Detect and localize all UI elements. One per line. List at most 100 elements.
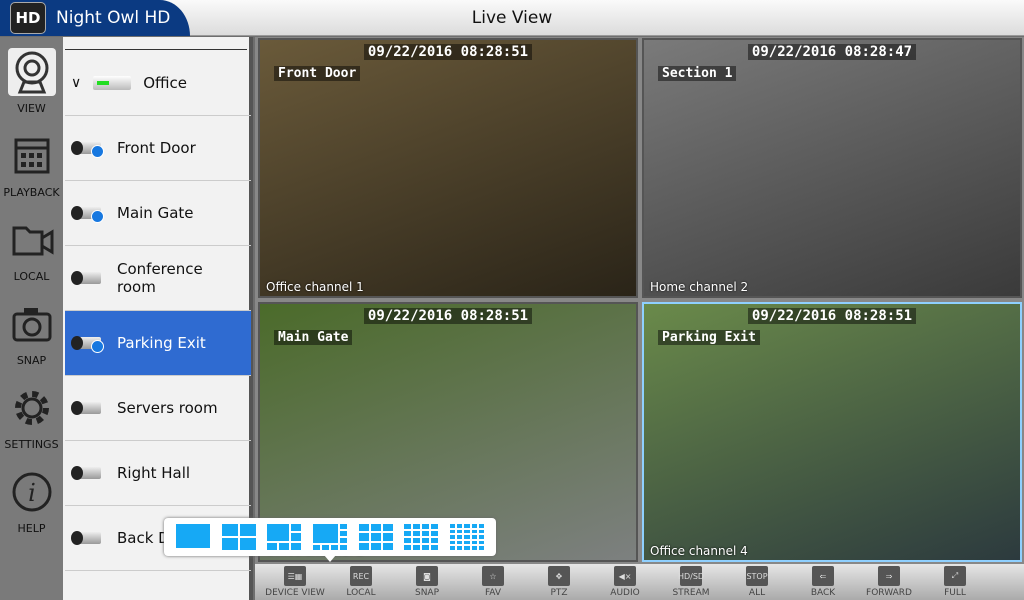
- camera-icon: [71, 204, 105, 223]
- popup-pointer: [324, 555, 336, 562]
- camera-name-overlay: Main Gate: [274, 330, 353, 345]
- toolbar-label: DEVICE VIEW: [265, 588, 325, 598]
- layout-25-icon[interactable]: [450, 524, 485, 550]
- video-tile[interactable]: 09/22/2016 08:28:51 Front Door Office chan…: [258, 38, 638, 298]
- layout-cell: [431, 531, 439, 536]
- layout-cell: [312, 545, 320, 550]
- layout-9-icon[interactable]: [358, 524, 393, 550]
- layout-16-icon[interactable]: [404, 524, 439, 550]
- device-item[interactable]: Parking Exit: [65, 311, 251, 376]
- layout-cell: [471, 540, 477, 545]
- layout-cell: [382, 524, 393, 532]
- nav-item-settings[interactable]: SETTINGS: [0, 373, 63, 457]
- toolbar-device-view-button[interactable]: ☰▦ DEVICE VIEW: [263, 566, 327, 600]
- timestamp-overlay: 09/22/2016 08:28:51: [260, 44, 636, 60]
- toolbar-stream-button[interactable]: HD/SD STREAM: [659, 566, 723, 600]
- layout-cell: [431, 524, 439, 529]
- layout-4-icon[interactable]: [221, 524, 256, 550]
- layout-cell: [464, 535, 470, 539]
- toolbar-label: STREAM: [672, 588, 710, 598]
- camera-icon: [71, 464, 105, 482]
- layout-cell: [370, 542, 381, 550]
- device-item[interactable]: Right Hall: [65, 441, 251, 506]
- svg-text:i: i: [28, 479, 36, 507]
- layout-cell: [450, 546, 456, 550]
- nav-item-playback[interactable]: PLAYBACK: [0, 121, 63, 205]
- nav-item-snap[interactable]: SNAP: [0, 289, 63, 373]
- toolbar-all-button[interactable]: STOP ALL: [725, 566, 789, 600]
- toolbar-snap-button[interactable]: ◙ SNAP: [395, 566, 459, 600]
- layout-1-icon[interactable]: [175, 524, 210, 550]
- timestamp-overlay: 09/22/2016 08:28:47: [644, 44, 1020, 60]
- layout-cell: [457, 529, 463, 534]
- layout-cell: [382, 533, 393, 541]
- fav-icon: ☆: [482, 566, 504, 586]
- video-tile[interactable]: 09/22/2016 08:28:47 Section 1 Home channel…: [642, 38, 1022, 298]
- layout-cell: [291, 542, 302, 550]
- toolbar-forward-button[interactable]: ⇒ FORWARD: [857, 566, 921, 600]
- gear-icon: [8, 384, 56, 432]
- video-tile[interactable]: 09/22/2016 08:28:51 Parking Exit Office ch…: [642, 302, 1022, 562]
- ptz-icon: ✥: [548, 566, 570, 586]
- title-bar: HD Night Owl HD Live View: [0, 0, 1024, 36]
- layout-cell: [464, 529, 470, 534]
- layout-cell: [478, 540, 485, 545]
- side-nav: VIEW PLAYBACK LOCAL SNAP SETTINGS i HELP: [0, 37, 63, 600]
- toolbar-ptz-button[interactable]: ✥ PTZ: [527, 566, 591, 600]
- layout-cell: [450, 540, 456, 545]
- layout-cell: [450, 535, 456, 539]
- nav-item-local[interactable]: LOCAL: [0, 205, 63, 289]
- layout-cell: [471, 546, 477, 550]
- camera-name-overlay: Parking Exit: [658, 330, 760, 345]
- camera-icon: [71, 139, 105, 158]
- layout-cell: [358, 524, 369, 532]
- timestamp: 09/22/2016 08:28:51: [363, 308, 533, 324]
- device-group-office[interactable]: ∨ Office: [65, 51, 251, 116]
- camera-icon: [71, 334, 105, 353]
- device-label: Front Door: [117, 139, 196, 157]
- device-group-label: Office: [143, 74, 188, 92]
- device-item[interactable]: Front Door: [65, 116, 251, 181]
- device-view-icon: ☰▦: [284, 566, 306, 586]
- toolbar-label: AUDIO: [610, 588, 640, 598]
- layout-6-icon[interactable]: [267, 524, 302, 550]
- toolbar-local-button[interactable]: REC LOCAL: [329, 566, 393, 600]
- nav-label: SETTINGS: [4, 438, 59, 451]
- toolbar-back-button[interactable]: ⇐ BACK: [791, 566, 855, 600]
- app-name: Night Owl HD: [56, 8, 171, 28]
- layout-cell: [422, 524, 430, 529]
- forward-icon: ⇒: [878, 566, 900, 586]
- layout-cell: [267, 524, 290, 541]
- layout-cell: [267, 542, 278, 550]
- channel-label: Office channel 1: [266, 280, 364, 294]
- toolbar-label: FAV: [484, 588, 502, 598]
- chevron-down-icon: ∨: [71, 75, 82, 91]
- calendar-icon: [8, 132, 56, 180]
- timestamp-overlay: 09/22/2016 08:28:51: [644, 308, 1020, 324]
- layout-cell: [457, 524, 463, 528]
- camera-icon: [71, 399, 105, 417]
- toolbar-full-button[interactable]: ⤢ FULL: [923, 566, 987, 600]
- device-item[interactable]: Main Gate: [65, 181, 251, 246]
- layout-cell: [221, 538, 238, 550]
- layout-cell: [413, 545, 421, 550]
- device-item[interactable]: Conference room: [65, 246, 251, 311]
- layout-cell: [358, 533, 369, 541]
- device-item[interactable]: Servers room: [65, 376, 251, 441]
- nav-label: LOCAL: [13, 270, 50, 283]
- toolbar-fav-button[interactable]: ☆ FAV: [461, 566, 525, 600]
- back-icon: ⇐: [812, 566, 834, 586]
- info-icon: i: [8, 468, 56, 516]
- layout-cell: [471, 524, 477, 528]
- layout-8-icon[interactable]: [312, 524, 347, 550]
- toolbar-label: PTZ: [550, 588, 568, 598]
- nav-item-help[interactable]: i HELP: [0, 457, 63, 541]
- timestamp: 09/22/2016 08:28:47: [747, 44, 917, 60]
- camera-name-overlay: Front Door: [274, 66, 361, 81]
- nav-item-view[interactable]: VIEW: [0, 37, 63, 121]
- toolbar-audio-button[interactable]: ◀× AUDIO: [593, 566, 657, 600]
- layout-cell: [175, 524, 210, 548]
- channel-label: Office channel 4: [650, 544, 748, 558]
- app-logo: HD: [10, 2, 46, 34]
- camera-name-overlay: Section 1: [658, 66, 737, 81]
